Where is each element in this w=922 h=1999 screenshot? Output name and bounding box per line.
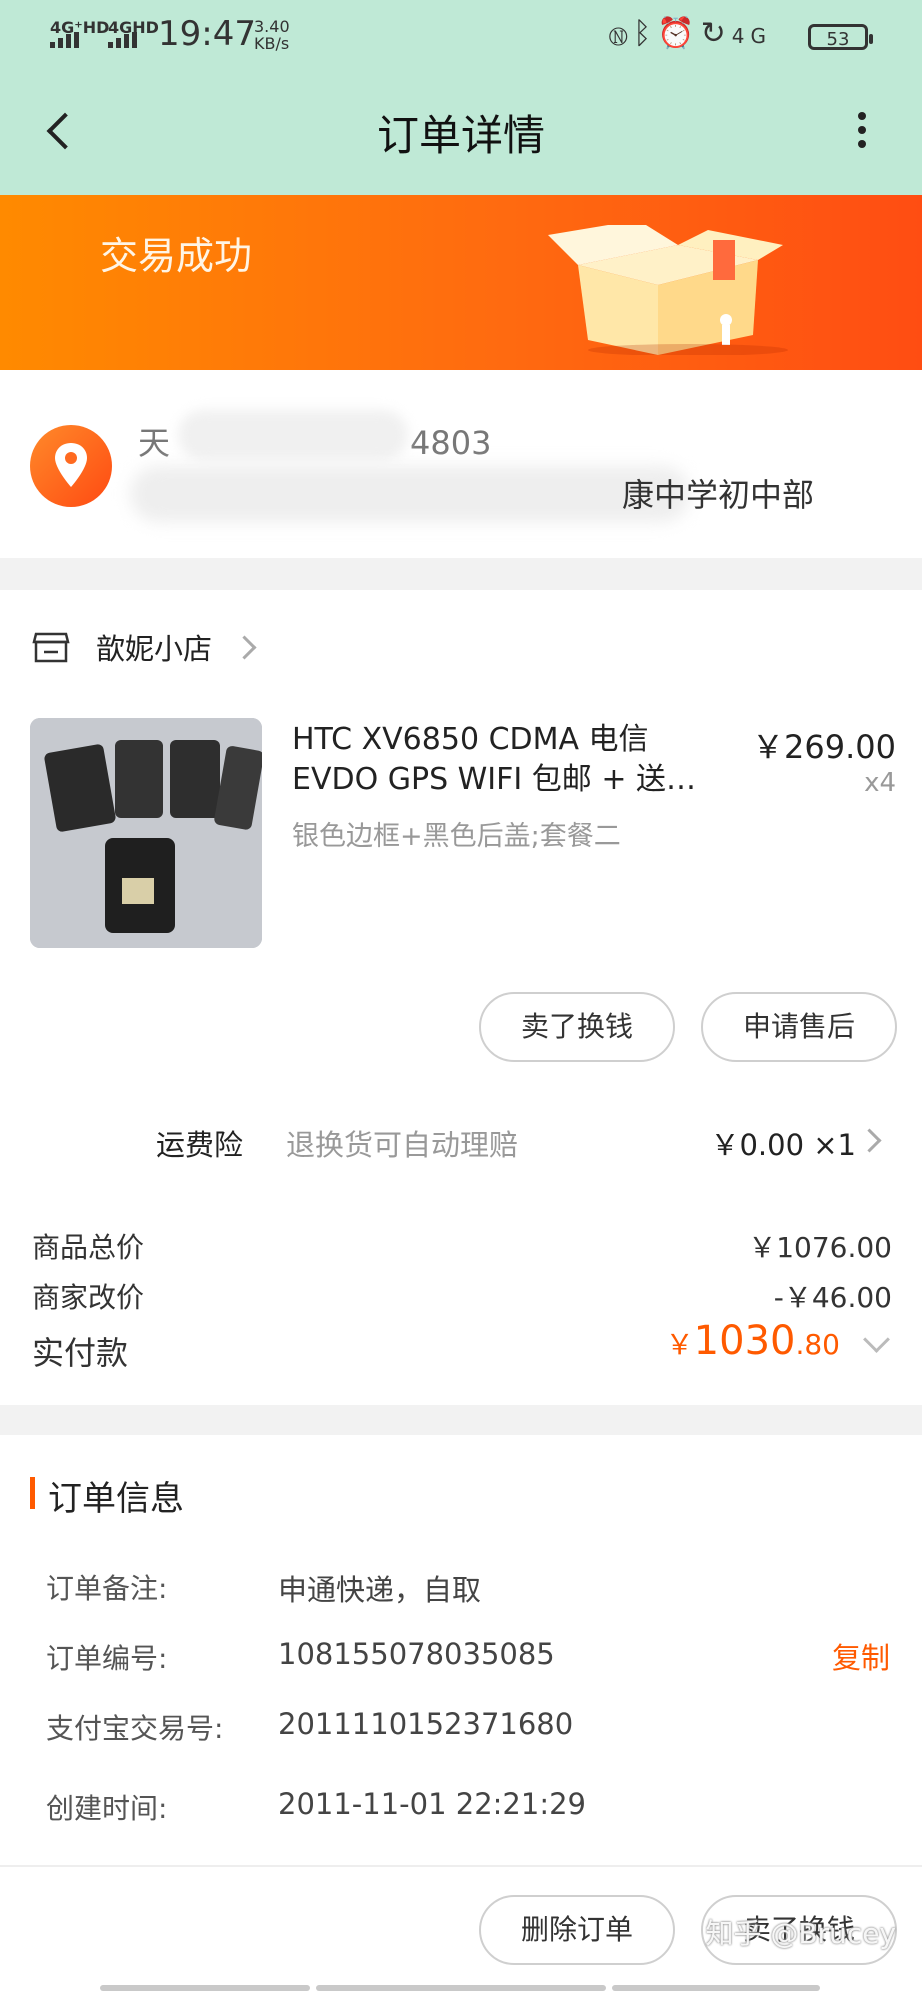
amount-paid-label: 实付款 [32,1334,129,1372]
created-time-value: 2011-11-01 22:21:29 [278,1787,586,1821]
location-pin-icon [30,425,112,507]
amount-paid-integer: 1030 [693,1318,796,1364]
order-info-section: 订单信息 订单备注: 申通快递，自取 订单编号: 108155078035085… [0,1435,922,1865]
watermark-text: 知乎 @Brucey [705,1917,896,1950]
order-note-label: 订单备注: [46,1572,168,1605]
chevron-down-icon[interactable] [863,1326,890,1353]
alipay-id-value: 2011110152371680 [278,1707,574,1741]
order-number-label: 订单编号: [46,1642,168,1675]
section-accent-bar [30,1477,35,1509]
recipient-name-partial: 天 [138,424,171,462]
shop-link[interactable]: 歆妮小店 [32,626,257,668]
nav-bar: 订单详情 [0,72,922,195]
data-4g-icon: 4G [731,24,772,48]
address-card[interactable]: 天 4803 康中学初中部 [0,370,922,558]
bluetooth-icon: ᛒ [633,16,658,51]
recipient-address-partial: 康中学初中部 [622,476,815,514]
created-time-label: 创建时间: [46,1792,168,1825]
page-title: 订单详情 [376,111,545,160]
product-price: ￥269.00 [752,728,896,766]
product-thumbnail[interactable] [30,718,262,948]
sync-icon: ↻ [700,16,732,51]
shipping-insurance-price: ￥0.00 ×1 [710,1128,856,1162]
redacted-name-blur [178,410,408,460]
network-speed-unit: KB/s [254,34,290,53]
more-options-icon[interactable] [852,106,872,166]
order-status-text: 交易成功 [100,234,253,278]
status-icons: Ⓝᛒ⏰↻4G [609,16,772,51]
top-header: 4G⁺HD 4GHD 19:47 3.40 KB/s Ⓝᛒ⏰↻4G 53 订单详… [0,0,922,195]
signal-bars-2-icon [108,32,137,48]
amount-paid-decimal: .80 [795,1328,840,1361]
shipping-insurance-desc: 退换货可自动理赔 [286,1128,519,1162]
summary-adjust-value: -￥46.00 [773,1281,892,1314]
status-time: 19:47 [158,14,256,54]
alipay-id-label: 支付宝交易号: [46,1712,224,1745]
summary-total-row: 商品总价 ￥1076.00 [32,1226,892,1266]
network-speed-value: 3.40 [254,17,290,36]
summary-total-label: 商品总价 [32,1231,145,1264]
order-status-banner: 交易成功 [0,195,922,370]
order-item-card: 歆妮小店 HTC XV6850 CDMA 电信 EVDO GPS WIFI 包邮… [0,590,922,1405]
recipient-phone-partial: 4803 [410,424,492,462]
product-quantity: x4 [864,768,896,798]
package-box-illustration [548,225,788,355]
status-bar: 4G⁺HD 4GHD 19:47 3.40 KB/s Ⓝᛒ⏰↻4G 53 [0,0,922,72]
copy-order-number-button[interactable]: 复制 [832,1635,890,1677]
amount-paid-currency: ￥ [665,1328,694,1361]
home-indicator [100,1985,820,1991]
shop-name: 歆妮小店 [96,632,213,666]
nfc-icon: Ⓝ [609,16,634,51]
after-sale-button[interactable]: 申请售后 [701,992,897,1062]
order-info-title: 订单信息 [48,1479,184,1519]
summary-total-value: ￥1076.00 [748,1231,892,1264]
network-speed: 3.40 KB/s [254,18,290,52]
alarm-icon: ⏰ [657,16,701,51]
chevron-right-icon [232,634,257,660]
signal-bars-1-icon [50,32,79,48]
summary-adjust-row: 商家改价 -￥46.00 [32,1276,892,1316]
chevron-right-icon[interactable] [857,1128,882,1153]
store-icon [32,632,70,663]
amount-paid-value: ￥1030.80 [666,1318,840,1364]
redacted-address-blur [130,466,690,522]
summary-adjust-label: 商家改价 [32,1281,145,1314]
product-sku: 银色边框+黑色后盖;套餐二 [292,821,621,852]
shipping-insurance-label: 运费险 [156,1128,244,1162]
product-title[interactable]: HTC XV6850 CDMA 电信 EVDO GPS WIFI 包邮 + 送… [292,720,732,800]
order-note-value: 申通快递，自取 [278,1573,482,1607]
sell-for-cash-button[interactable]: 卖了换钱 [479,992,675,1062]
delete-order-button[interactable]: 删除订单 [479,1895,675,1965]
battery-indicator: 53 [808,24,873,50]
order-number-value: 108155078035085 [278,1637,555,1671]
bottom-action-bar: 删除订单 卖了换钱 知乎 @Brucey [0,1865,922,1999]
